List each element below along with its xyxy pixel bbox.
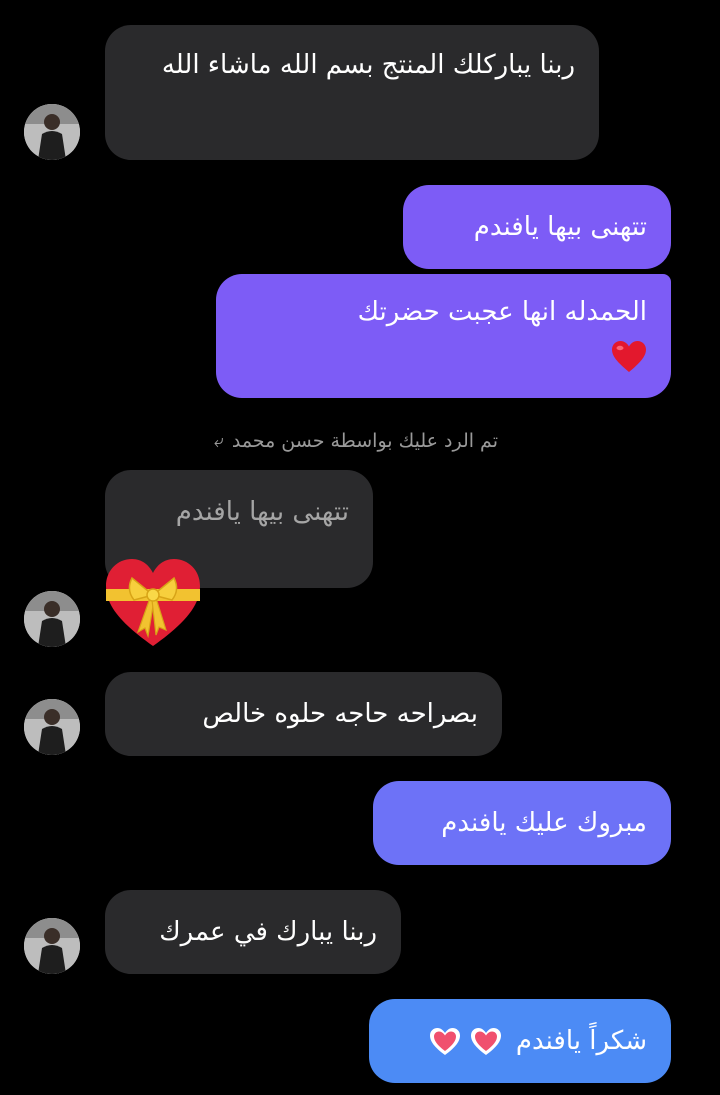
message-text: مبروك عليك يافندم [441,808,647,838]
message-text: بصراحه حاجه حلوه خالص [202,699,478,729]
message-bubble-outgoing[interactable]: مبروك عليك يافندم [373,781,671,865]
message-text: ربنا يبارك في عمرك [159,917,377,947]
reply-label: تم الرد عليك بواسطة حسن محمد ⤶ [132,430,498,452]
heart-with-ribbon-reaction[interactable] [104,556,202,652]
reply-label-text: تم الرد عليك بواسطة حسن محمد [231,430,498,452]
message-bubble-outgoing[interactable]: شكراً يافندم [369,999,671,1083]
message-bubble-incoming[interactable]: بصراحه حاجه حلوه خالص [105,672,502,756]
heart-with-ribbon-icon [106,559,200,646]
contact-avatar[interactable] [24,104,80,160]
message-text: ربنا يباركلك المنتج بسم الله ماشاء الله [161,50,575,80]
message-bubble-incoming[interactable]: ربنا يباركلك المنتج بسم الله ماشاء الله [105,25,599,160]
message-bubble-incoming[interactable]: ربنا يبارك في عمرك [105,890,401,974]
reply-arrow-icon: ⤶ [213,431,224,452]
contact-avatar[interactable] [24,699,80,755]
quoted-text: تتهنى بيها يافندم [175,497,349,527]
contact-avatar[interactable] [24,918,80,974]
sparkling-heart-emoji [429,1026,501,1056]
red-heart-icon [612,340,646,372]
sparkling-heart-icon [430,1027,461,1055]
chat-thread: ربنا يباركلك المنتج بسم الله ماشاء الله … [0,0,720,1095]
message-bubble-outgoing[interactable]: تتهنى بيها يافندم [403,185,671,269]
message-text: شكراً يافندم [515,1026,647,1056]
contact-avatar[interactable] [24,591,80,647]
message-bubble-outgoing[interactable]: الحمدله انها عجبت حضرتك [216,274,671,398]
message-text: الحمدله انها عجبت حضرتك [357,297,647,327]
message-emoji [240,336,647,376]
sparkling-heart-icon [470,1027,501,1055]
message-text: تتهنى بيها يافندم [473,212,647,242]
